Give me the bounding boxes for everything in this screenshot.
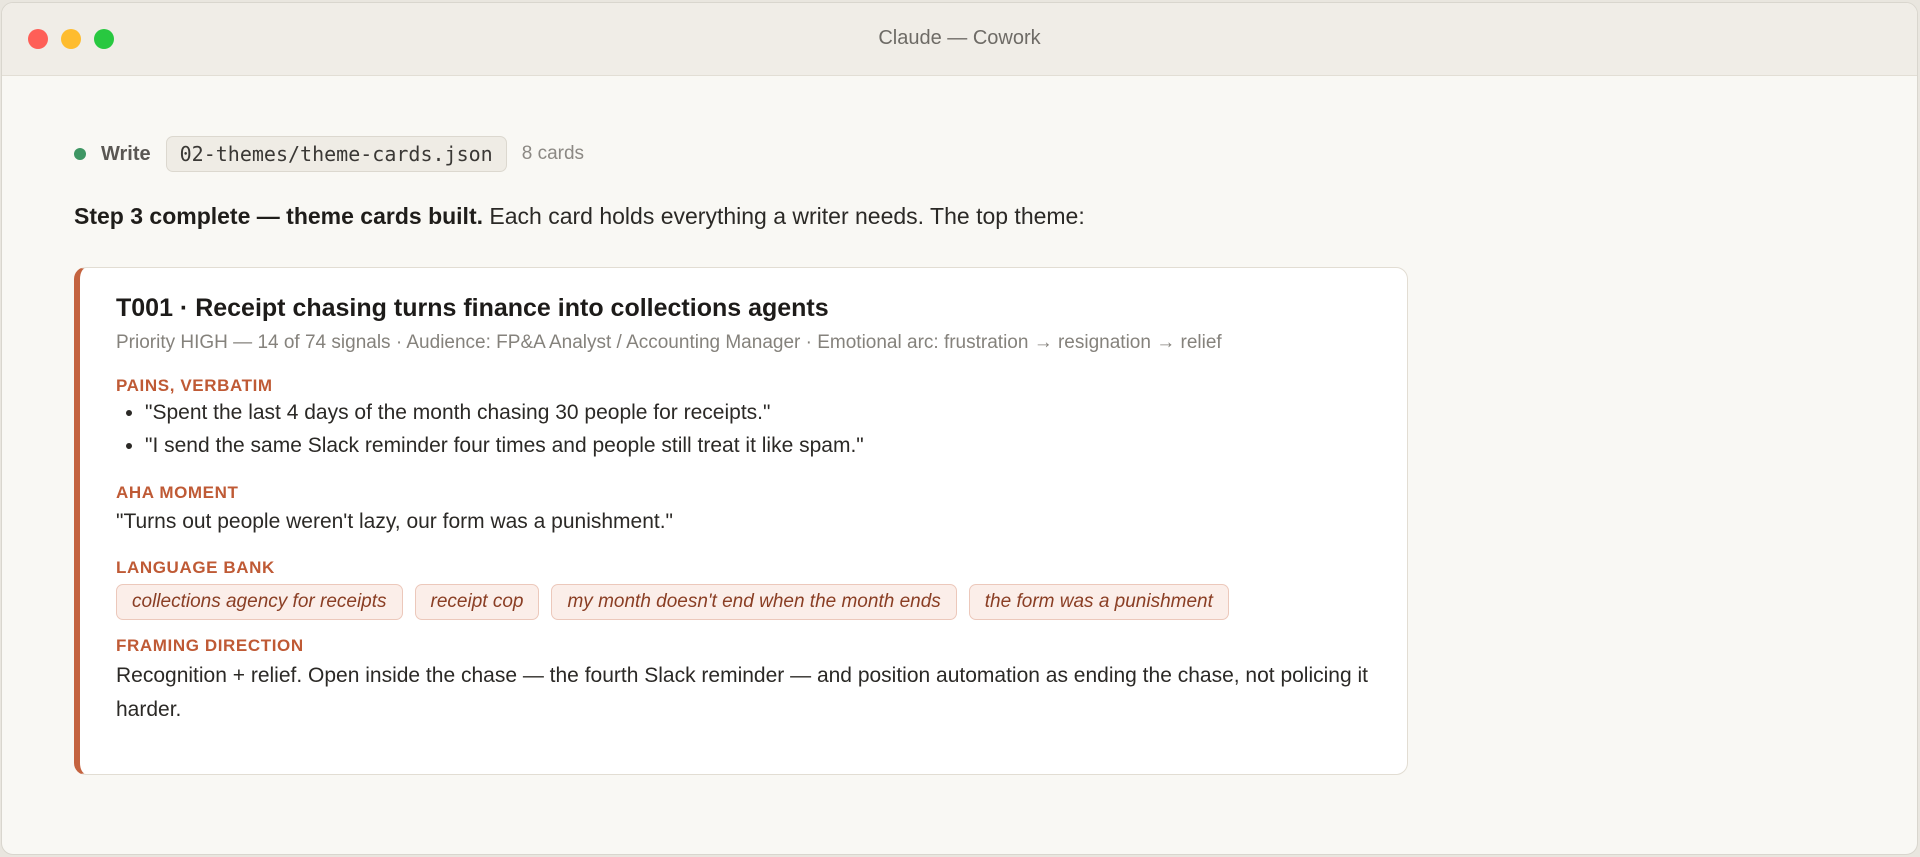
pains-list: "Spent the last 4 days of the month chas… xyxy=(116,396,864,462)
language-chip: receipt cop xyxy=(414,584,540,620)
language-chip: my month doesn't end when the month ends xyxy=(551,584,957,620)
intro-rest: Each card holds everything a writer need… xyxy=(483,203,1085,229)
pain-item: "Spent the last 4 days of the month chas… xyxy=(145,396,864,429)
tool-call-row[interactable]: Write 02-themes/theme-cards.json 8 cards xyxy=(74,136,1917,172)
theme-card: T001 · Receipt chasing turns finance int… xyxy=(74,267,1408,775)
tool-action-label: Write xyxy=(101,142,151,165)
language-bank-label: LANGUAGE BANK xyxy=(116,558,275,577)
pains-label: PAINS, VERBATIM xyxy=(116,376,273,395)
window-title: Claude — Cowork xyxy=(878,27,1041,49)
aha-label: AHA MOMENT xyxy=(116,483,239,502)
tool-meta-label: 8 cards xyxy=(521,143,585,164)
theme-card-title: T001 · Receipt chasing turns finance int… xyxy=(116,294,829,322)
language-chip: the form was a punishment xyxy=(968,584,1229,620)
intro-bold: Step 3 complete — theme cards built. xyxy=(74,203,483,229)
file-path-chip: 02-themes/theme-cards.json xyxy=(165,136,507,172)
status-dot-icon xyxy=(74,148,86,160)
aha-text: "Turns out people weren't lazy, our form… xyxy=(116,510,674,533)
app-window: Claude — Cowork Write 02-themes/theme-ca… xyxy=(1,2,1918,855)
language-bank-chips: collections agency for receipts receipt … xyxy=(116,584,1229,620)
framing-label: FRAMING DIRECTION xyxy=(116,636,304,655)
intro-message: Step 3 complete — theme cards built. Eac… xyxy=(74,203,1917,230)
language-chip: collections agency for receipts xyxy=(116,584,403,620)
conversation-content: Write 02-themes/theme-cards.json 8 cards… xyxy=(74,136,1917,775)
pain-item: "I send the same Slack reminder four tim… xyxy=(145,429,864,462)
theme-card-meta: Priority HIGH — 14 of 74 signals · Audie… xyxy=(116,332,1222,353)
framing-text: Recognition + relief. Open inside the ch… xyxy=(116,664,1368,721)
title-bar: Claude — Cowork xyxy=(2,3,1917,76)
